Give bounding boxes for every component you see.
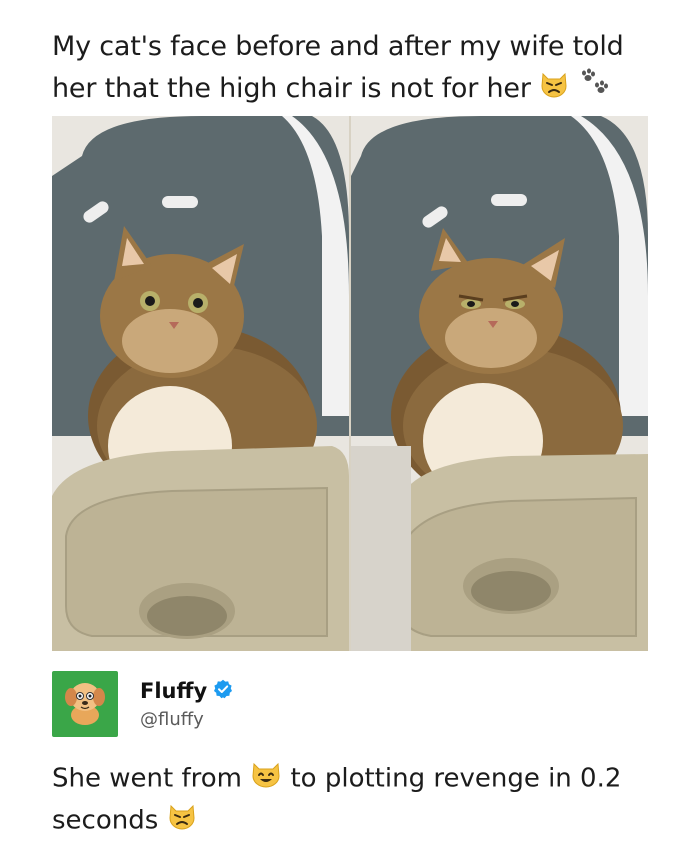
tweet-text-part1: She went from	[52, 763, 242, 794]
pouting-cat-icon	[539, 68, 569, 111]
pouting-cat-icon	[167, 800, 197, 842]
after-photo	[351, 116, 648, 651]
verified-badge-icon	[213, 679, 233, 703]
avatar[interactable]	[52, 671, 118, 737]
tweet-text-part3: seconds	[52, 805, 159, 836]
photo-collage	[52, 116, 648, 651]
author-name[interactable]: Fluffy	[140, 679, 207, 703]
tweet-author[interactable]: Fluffy @fluffy	[52, 670, 233, 738]
post-title: My cat's face before and after my wife t…	[52, 26, 672, 111]
smiling-cat-icon	[250, 758, 282, 800]
post-title-text: My cat's face before and after my wife t…	[52, 31, 624, 104]
tweet-text: She went from to plotting revenge in 0.2…	[52, 758, 662, 842]
before-photo	[52, 116, 349, 651]
paw-prints-icon	[578, 68, 612, 111]
dog-avatar-icon	[61, 677, 109, 731]
author-handle[interactable]: @fluffy	[140, 709, 233, 730]
tweet-text-part2: to plotting revenge in 0.2	[290, 763, 622, 794]
